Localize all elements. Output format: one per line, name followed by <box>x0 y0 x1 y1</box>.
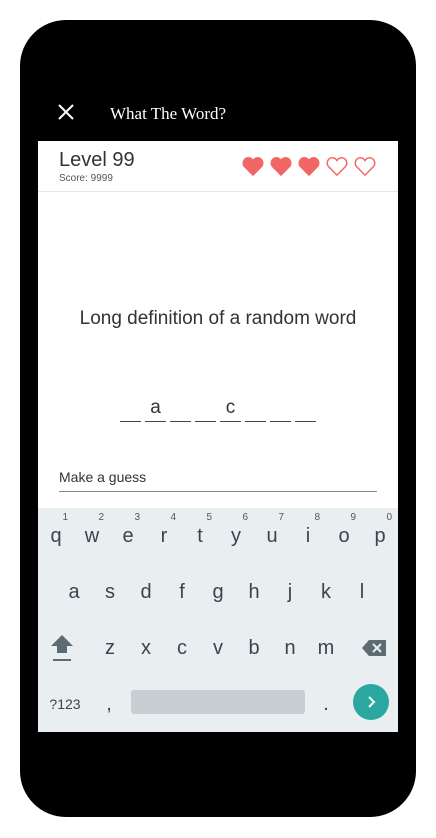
key-label: d <box>140 580 152 603</box>
key-o[interactable]: o9 <box>326 508 362 564</box>
game-screen: Level 99 Score: 9999 Long definition of … <box>38 141 398 732</box>
letter-blank <box>270 397 291 422</box>
level-header: Level 99 Score: 9999 <box>38 141 398 192</box>
key-hint: 9 <box>350 512 356 523</box>
key-c[interactable]: c <box>164 620 200 676</box>
key-hint: 4 <box>170 512 176 523</box>
key-label: c <box>177 636 187 659</box>
key-j[interactable]: j <box>272 564 308 620</box>
word-blanks: ac <box>120 397 320 422</box>
enter-key[interactable] <box>353 684 389 720</box>
key-hint: 0 <box>386 512 392 523</box>
key-y[interactable]: y6 <box>218 508 254 564</box>
key-e[interactable]: e3 <box>110 508 146 564</box>
period-key[interactable]: . <box>314 676 338 732</box>
on-screen-keyboard: q1w2e3r4t5y6u7i8o9p0 asdfghjkl zxcvbnm ?… <box>38 508 398 732</box>
letter-blank: a <box>145 397 166 422</box>
letter-blank <box>295 397 316 422</box>
key-label: i <box>305 524 311 547</box>
key-label: o <box>338 524 350 547</box>
key-t[interactable]: t5 <box>182 508 218 564</box>
keyboard-row-1: q1w2e3r4t5y6u7i8o9p0 <box>38 508 398 564</box>
key-label: g <box>212 580 224 603</box>
key-label: a <box>68 580 80 603</box>
key-a[interactable]: a <box>56 564 92 620</box>
key-label: k <box>321 580 331 603</box>
letter-blank <box>245 397 266 422</box>
word-definition: Long definition of a random word <box>79 308 357 329</box>
letter-blank <box>195 397 216 422</box>
key-label: s <box>105 580 115 603</box>
chevron-right-icon <box>368 696 376 708</box>
key-h[interactable]: h <box>236 564 272 620</box>
key-label: f <box>179 580 185 603</box>
key-label: x <box>141 636 151 659</box>
key-w[interactable]: w2 <box>74 508 110 564</box>
key-label: m <box>317 636 335 659</box>
key-hint: 6 <box>242 512 248 523</box>
heart-outline-icon <box>354 156 376 178</box>
letter-blank: c <box>220 397 241 422</box>
key-hint: 8 <box>314 512 320 523</box>
key-s[interactable]: s <box>92 564 128 620</box>
letter-blank <box>120 397 141 422</box>
key-hint: 2 <box>98 512 104 523</box>
space-key[interactable] <box>131 690 305 714</box>
key-n[interactable]: n <box>272 620 308 676</box>
shift-icon[interactable] <box>44 620 80 676</box>
key-r[interactable]: r4 <box>146 508 182 564</box>
key-label: n <box>284 636 296 659</box>
key-label: y <box>231 524 241 547</box>
lives-hearts <box>242 156 382 178</box>
key-hint: 1 <box>62 512 68 523</box>
key-v[interactable]: v <box>200 620 236 676</box>
keyboard-row-4: ?123 , . <box>38 676 398 732</box>
key-label: j <box>287 580 293 603</box>
key-label: h <box>248 580 260 603</box>
keyboard-row-3: z x c v b nm <box>38 620 398 676</box>
key-p[interactable]: p0 <box>362 508 398 564</box>
key-i[interactable]: i8 <box>290 508 326 564</box>
level-label: Level 99 <box>59 149 135 171</box>
heart-filled-icon <box>242 156 264 178</box>
key-label: v <box>213 636 223 659</box>
key-label: b <box>248 636 260 659</box>
comma-key[interactable]: , <box>96 676 122 732</box>
app-title: What The Word? <box>110 104 227 123</box>
key-label: p <box>374 524 386 547</box>
key-k[interactable]: k <box>308 564 344 620</box>
key-d[interactable]: d <box>128 564 164 620</box>
key-label: t <box>197 524 203 547</box>
key-label: l <box>359 580 365 603</box>
letter-blank <box>170 397 191 422</box>
key-b[interactable]: b <box>236 620 272 676</box>
heart-filled-icon <box>270 156 292 178</box>
key-hint: 5 <box>206 512 212 523</box>
key-l[interactable]: l <box>344 564 380 620</box>
key-g[interactable]: g <box>200 564 236 620</box>
heart-outline-icon <box>326 156 348 178</box>
keyboard-row-2: asdfghjkl <box>38 564 398 620</box>
backspace-icon[interactable] <box>354 620 394 676</box>
key-x[interactable]: x <box>128 620 164 676</box>
key-label: u <box>266 524 278 547</box>
key-z[interactable]: z <box>92 620 128 676</box>
symbols-key[interactable]: ?123 <box>46 676 84 732</box>
heart-filled-icon <box>298 156 320 178</box>
key-hint: 7 <box>278 512 284 523</box>
score-label: Score: 9999 <box>59 173 113 184</box>
key-f[interactable]: f <box>164 564 200 620</box>
key-q[interactable]: q1 <box>38 508 74 564</box>
key-m[interactable]: m <box>308 620 344 676</box>
key-label: e <box>122 524 134 547</box>
key-label: w <box>84 524 100 547</box>
key-hint: 3 <box>134 512 140 523</box>
close-icon[interactable] <box>56 102 76 122</box>
key-label: z <box>105 636 115 659</box>
guess-input[interactable] <box>59 463 377 492</box>
key-u[interactable]: u7 <box>254 508 290 564</box>
key-label: r <box>160 524 168 547</box>
key-label: q <box>50 524 62 547</box>
app-bar: What The Word? <box>38 88 398 140</box>
